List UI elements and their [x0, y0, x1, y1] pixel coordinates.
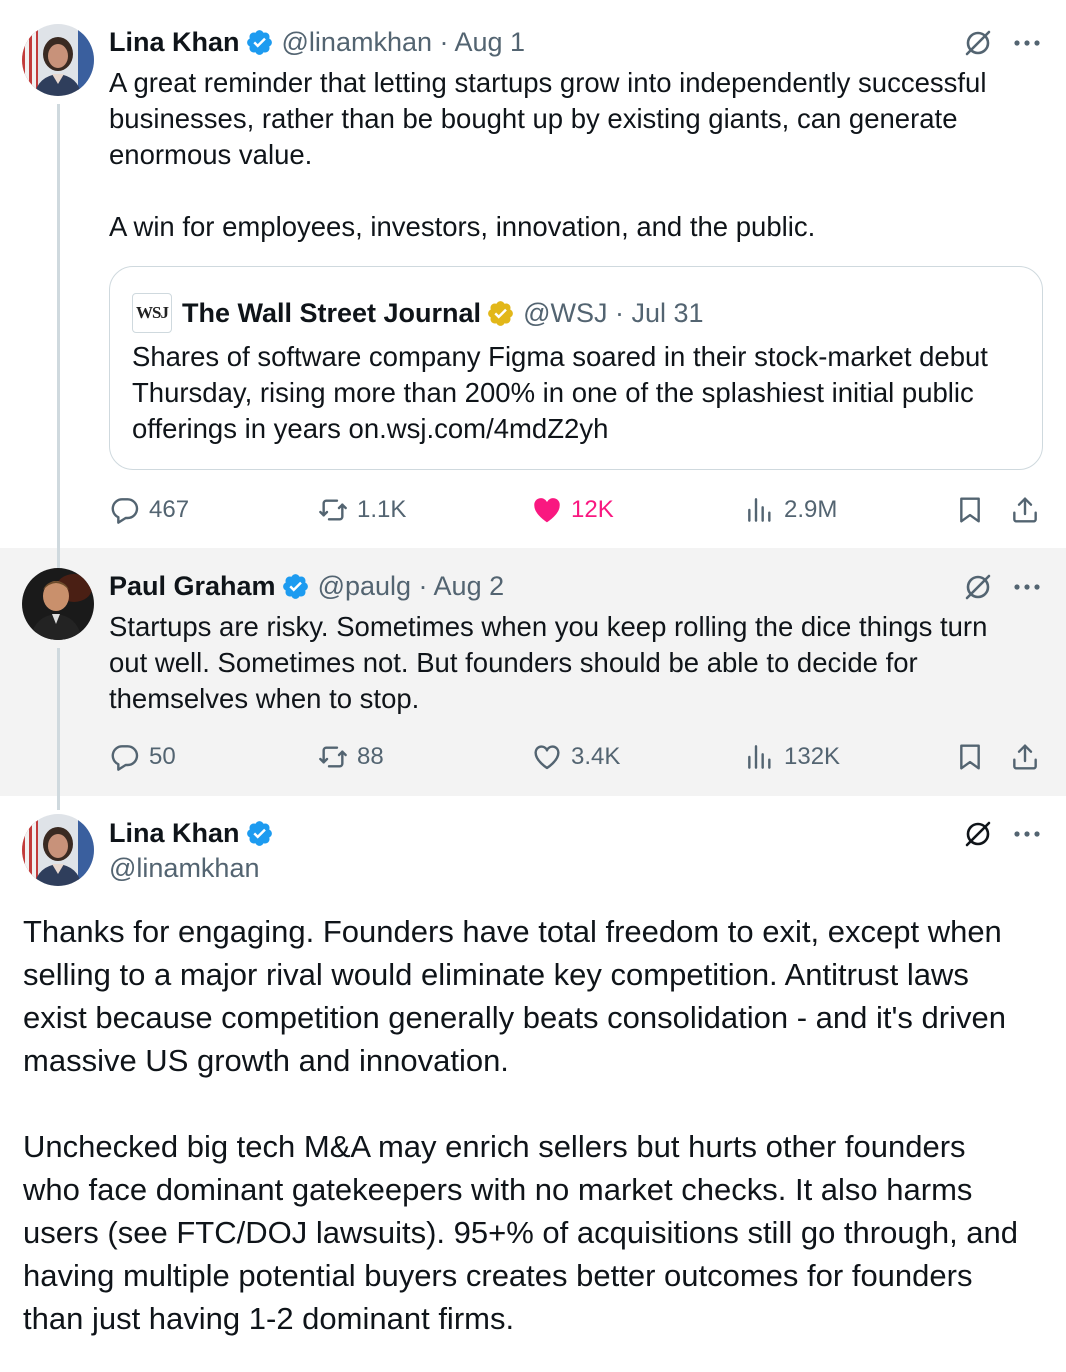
author-name[interactable]: Paul Graham	[109, 570, 276, 602]
reply-count: 467	[149, 496, 190, 523]
heart-outline-icon	[531, 741, 563, 773]
grok-icon[interactable]	[962, 571, 994, 603]
repost-count: 1.1K	[357, 496, 407, 523]
tweet-text-line: enormous value.	[109, 139, 313, 170]
tweet-text: Startups are risky. Sometimes when you k…	[109, 609, 1039, 717]
bookmark-icon[interactable]	[954, 494, 986, 526]
reply-icon	[109, 741, 141, 773]
tweet-actions: 467 1.1K 12K 2.9M	[109, 490, 1049, 530]
reply-count: 50	[149, 743, 176, 770]
repost-button[interactable]: 88	[317, 737, 384, 777]
author-name[interactable]: Lina Khan	[109, 26, 240, 58]
tweet-text-line: themselves when to stop.	[109, 683, 420, 714]
grok-icon[interactable]	[962, 27, 994, 59]
tweet-text-line: Startups are risky. Sometimes when you k…	[109, 611, 988, 642]
more-options-icon[interactable]	[1012, 818, 1042, 850]
quote-text-line: Shares of software company Figma soared …	[132, 341, 988, 372]
tweet-text-line: out well. Sometimes not. But founders sh…	[109, 647, 918, 678]
share-icon[interactable]	[1009, 494, 1041, 526]
thread-line	[57, 104, 60, 548]
quote-text: Shares of software company Figma soared …	[132, 339, 988, 447]
quote-author-name: The Wall Street Journal	[182, 298, 482, 328]
tweet-header: Lina Khan @linamkhan · Aug 1	[109, 26, 525, 58]
quote-text-line: Thursday, rising more than 200% in one o…	[132, 377, 974, 408]
tweet-text-line: having multiple potential buyers creates…	[23, 1258, 973, 1293]
heart-filled-icon	[531, 494, 563, 526]
tweet-text-line: massive US growth and innovation.	[23, 1043, 509, 1078]
verified-gold-badge-icon	[486, 299, 515, 328]
thread-line	[57, 796, 60, 810]
tweet-paul-graham[interactable]: Paul Graham @paulg · Aug 2 Startups are …	[0, 548, 1066, 796]
like-button[interactable]: 12K	[531, 490, 614, 530]
tweet-text-line: selling to a major rival would eliminate…	[23, 957, 969, 992]
handle-date[interactable]: @linamkhan · Aug 1	[282, 26, 526, 58]
tweet-actions: 50 88 3.4K 132K	[109, 737, 1049, 777]
more-options-icon[interactable]	[1012, 571, 1042, 603]
views-chart-icon	[744, 741, 776, 773]
repost-icon	[317, 741, 349, 773]
handle-date[interactable]: @paulg · Aug 2	[318, 570, 505, 602]
tweet-header: Paul Graham @paulg · Aug 2	[109, 570, 504, 602]
repost-icon	[317, 494, 349, 526]
tweet-header: Lina Khan	[109, 817, 274, 849]
verified-badge-icon	[245, 28, 274, 57]
tweet-text-line: businesses, rather than be bought up by …	[109, 103, 958, 134]
share-icon[interactable]	[1009, 741, 1041, 773]
quote-text-line: offerings in years on.wsj.com/4mdZ2yh	[132, 413, 609, 444]
grok-icon[interactable]	[962, 818, 994, 850]
tweet-lina-khan-1[interactable]: Lina Khan @linamkhan · Aug 1 A great rem…	[0, 0, 1066, 548]
author-name[interactable]: Lina Khan	[109, 817, 240, 849]
tweet-text-line: Thanks for engaging. Founders have total…	[23, 914, 1002, 949]
avatar-paul-graham[interactable]	[22, 568, 94, 640]
author-handle[interactable]: @linamkhan	[109, 852, 259, 884]
tweet-text-line: exist because competition generally beat…	[23, 1000, 1006, 1035]
views-count: 2.9M	[784, 496, 838, 523]
quoted-tweet-wsj[interactable]: WSJ The Wall Street Journal @WSJ · Jul 3…	[109, 266, 1043, 470]
views-count: 132K	[784, 743, 841, 770]
tweet-lina-khan-main: Lina Khan @linamkhan Thanks for engaging…	[0, 796, 1066, 1372]
tweet-text: Thanks for engaging. Founders have total…	[23, 910, 1018, 1340]
reply-button[interactable]: 50	[109, 737, 176, 777]
verified-badge-icon	[245, 819, 274, 848]
repost-count: 88	[357, 743, 384, 770]
reply-button[interactable]: 467	[109, 490, 189, 530]
tweet-text-line: users (see FTC/DOJ lawsuits). 95+% of ac…	[23, 1215, 1019, 1250]
wsj-logo-icon: WSJ	[132, 293, 172, 333]
tweet-text-line: Unchecked big tech M&A may enrich seller…	[23, 1129, 966, 1164]
views-button[interactable]: 132K	[744, 737, 840, 777]
tweet-text-line: than just having 1-2 dominant firms.	[23, 1301, 515, 1336]
bookmark-icon[interactable]	[954, 741, 986, 773]
avatar-lina-khan[interactable]	[22, 24, 94, 96]
views-chart-icon	[744, 494, 776, 526]
tweet-text-line: who face dominant gatekeepers with no ma…	[23, 1172, 973, 1207]
reply-icon	[109, 494, 141, 526]
more-options-icon[interactable]	[1012, 27, 1042, 59]
thread-line	[57, 548, 60, 568]
quote-handle-date: @WSJ · Jul 31	[523, 298, 704, 328]
tweet-text: A great reminder that letting startups g…	[109, 65, 1039, 245]
avatar-lina-khan[interactable]	[22, 814, 94, 886]
like-count: 12K	[571, 496, 614, 523]
quote-header: WSJ The Wall Street Journal @WSJ · Jul 3…	[132, 293, 704, 333]
like-count: 3.4K	[571, 743, 621, 770]
tweet-text-line: A win for employees, investors, innovati…	[109, 211, 816, 242]
verified-badge-icon	[281, 572, 310, 601]
thread-line	[57, 648, 60, 796]
views-button[interactable]: 2.9M	[744, 490, 837, 530]
repost-button[interactable]: 1.1K	[317, 490, 406, 530]
tweet-text-line: A great reminder that letting startups g…	[109, 67, 987, 98]
like-button[interactable]: 3.4K	[531, 737, 620, 777]
